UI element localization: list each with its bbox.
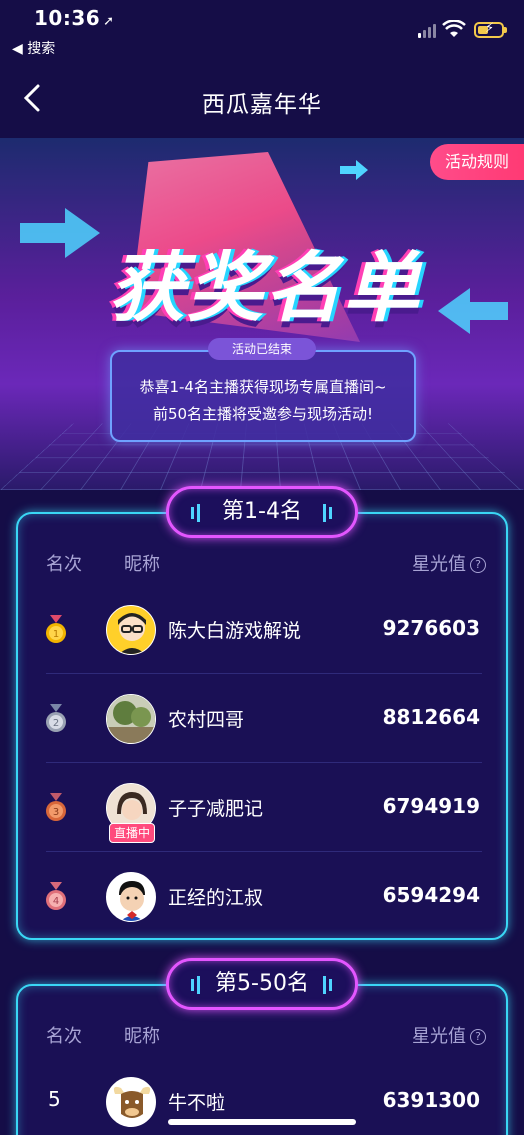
column-score: 星光值? [412, 550, 486, 576]
svg-text:3: 3 [53, 807, 59, 818]
bars-icon [323, 976, 332, 994]
status-time: 10:36 ➚ [34, 6, 115, 30]
streamer-name: 陈大白游戏解说 [168, 620, 302, 642]
award-banner: 获奖名单 活动规则 活动已结束 恭喜1-4名主播获得现场专属直播间~ 前50名主… [0, 138, 524, 490]
home-indicator[interactable] [168, 1119, 356, 1125]
avatar[interactable] [106, 694, 156, 744]
star-score: 6391300 [382, 1088, 480, 1112]
nav-bar: 西瓜嘉年华 [0, 64, 524, 136]
back-to-app-link[interactable]: ◀ 搜索 [12, 38, 55, 58]
section-header-5-50: 第5-50名 [166, 958, 358, 1010]
star-score: 6794919 [382, 794, 480, 818]
section-title: 第1-4名 [222, 499, 302, 524]
rules-button[interactable]: 活动规则 [430, 144, 524, 180]
arrow-decoration-icon [438, 288, 508, 334]
arrow-decoration-icon [20, 208, 100, 258]
arrow-decoration-icon [340, 160, 368, 180]
column-rank: 名次 [46, 1026, 82, 1047]
avatar[interactable] [106, 1077, 156, 1127]
rank-number: 5 [48, 1087, 61, 1111]
streamer-name: 子子减肥记 [168, 798, 264, 820]
star-score: 8812664 [382, 705, 480, 729]
streamer-name: 正经的江叔 [168, 887, 264, 909]
avatar[interactable] [106, 872, 156, 922]
streamer-name: 农村四哥 [168, 709, 245, 731]
avatar[interactable] [106, 605, 156, 655]
status-badge: 活动已结束 [208, 338, 316, 360]
ranking-panel-top4: 名次 昵称 星光值? 1 陈大白游戏解说 9276603 2 农村四哥 8812… [16, 512, 508, 940]
table-row[interactable]: 1 陈大白游戏解说 9276603 [18, 585, 510, 674]
page-title: 西瓜嘉年华 [202, 92, 322, 118]
star-score: 6594294 [382, 883, 480, 907]
bronze-medal-icon: 3 [46, 793, 66, 821]
battery-icon: ⚡ [474, 21, 507, 38]
wifi-icon [442, 20, 466, 37]
bars-icon [323, 504, 332, 522]
column-nickname: 昵称 [124, 1026, 160, 1047]
column-rank: 名次 [46, 554, 82, 575]
banner-title: 获奖名单 [109, 243, 421, 332]
svg-text:1: 1 [53, 629, 59, 640]
svg-text:4: 4 [53, 896, 59, 907]
signal-icon [418, 24, 436, 38]
status-bar: 10:36 ➚ ◀ 搜索 ⚡ [0, 0, 524, 64]
section-title: 第5-50名 [215, 971, 309, 996]
section-header-top4: 第1-4名 [166, 486, 358, 538]
svg-text:2: 2 [53, 718, 59, 729]
medal-icon: 4 [46, 882, 66, 910]
location-arrow-icon: ➚ [103, 14, 115, 29]
table-row[interactable]: 2 农村四哥 8812664 [18, 674, 510, 763]
help-icon[interactable]: ? [470, 557, 486, 573]
star-score: 9276603 [382, 616, 480, 640]
bars-icon [191, 504, 200, 522]
streamer-name: 牛不啦 [168, 1092, 226, 1114]
silver-medal-icon: 2 [46, 704, 66, 732]
bars-icon [191, 976, 200, 994]
table-row[interactable]: 3 直播中 子子减肥记 6794919 [18, 763, 510, 852]
live-badge: 直播中 [109, 823, 155, 843]
gold-medal-icon: 1 [46, 615, 66, 643]
column-score: 星光值? [412, 1022, 486, 1048]
help-icon[interactable]: ? [470, 1029, 486, 1045]
column-nickname: 昵称 [124, 554, 160, 575]
notice-line: 前50名主播将受邀参与现场活动! [152, 405, 374, 423]
notice-line: 恭喜1-4名主播获得现场专属直播间~ [139, 378, 387, 396]
notice-box: 恭喜1-4名主播获得现场专属直播间~ 前50名主播将受邀参与现场活动! [110, 350, 416, 442]
table-row[interactable]: 4 正经的江叔 6594294 [18, 852, 510, 941]
